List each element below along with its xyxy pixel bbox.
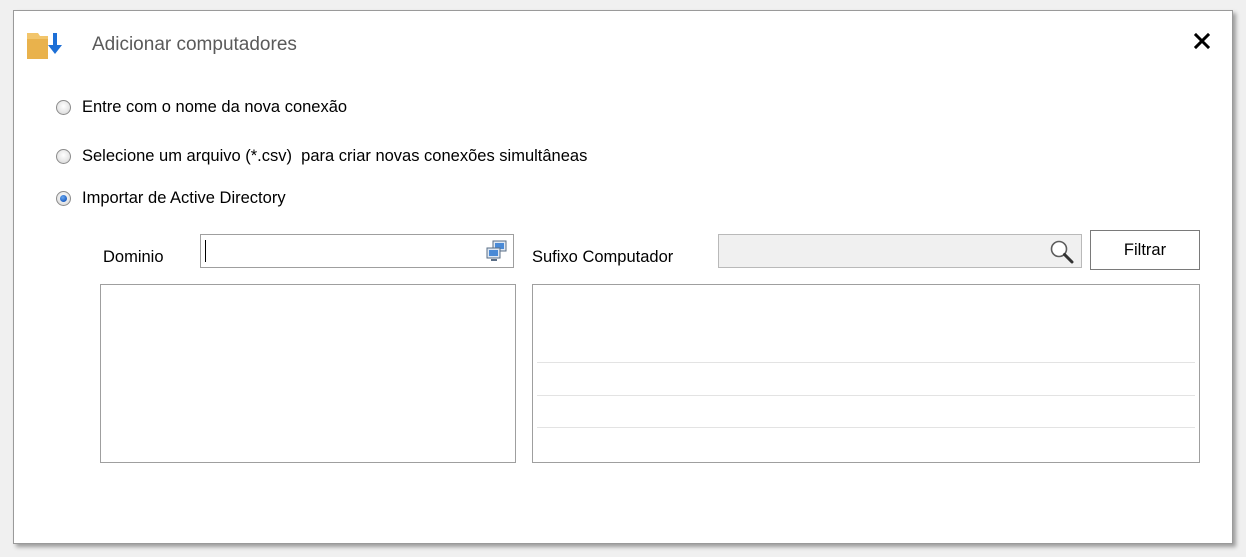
text-caret [205,240,206,262]
option-csv-file-label: Selecione um arquivo (*.csv) para criar … [82,146,588,165]
option-csv-file[interactable]: Selecione um arquivo (*.csv) para criar … [56,144,587,168]
domain-label: Dominio [103,248,164,266]
close-button[interactable] [1190,29,1214,53]
option-new-connection[interactable]: Entre com o nome da nova conexão [56,95,347,119]
folder-download-icon [26,31,62,61]
search-icon[interactable] [1049,239,1075,265]
filter-button[interactable]: Filtrar [1090,230,1200,270]
option-active-directory-label: Importar de Active Directory [82,188,286,207]
add-computers-dialog: Adicionar computadores Entre com o nome … [13,10,1233,544]
domain-input[interactable] [200,234,514,268]
title-bar: Adicionar computadores [14,11,1232,75]
computer-suffix-input[interactable] [718,234,1082,268]
network-computers-icon[interactable] [486,240,508,262]
grid-row-divider [537,395,1195,396]
option-new-connection-label: Entre com o nome da nova conexão [82,97,348,116]
grid-row-divider [537,362,1195,363]
domain-tree-list[interactable] [100,284,516,463]
radio-active-directory[interactable] [56,190,71,206]
option-active-directory[interactable]: Importar de Active Directory [56,186,286,210]
computer-suffix-label: Sufixo Computador [532,248,674,266]
radio-csv-file[interactable] [56,148,71,164]
close-icon [1194,33,1210,49]
computers-grid[interactable] [532,284,1200,463]
radio-new-connection[interactable] [56,99,71,115]
grid-row-divider [537,427,1195,428]
dialog-title: Adicionar computadores [92,34,297,55]
